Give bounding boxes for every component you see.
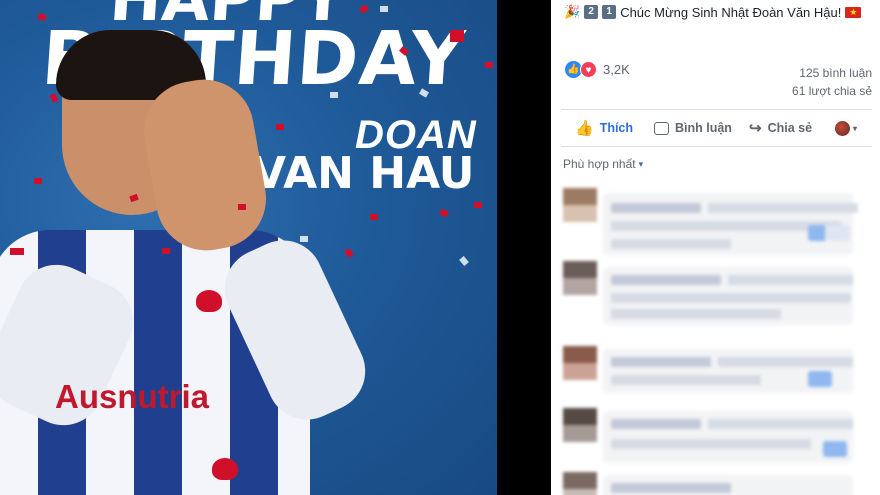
confetti bbox=[162, 248, 170, 254]
commenter-avatar[interactable] bbox=[563, 261, 597, 295]
confetti bbox=[276, 124, 284, 130]
comment-count-link[interactable]: 125 bình luận bbox=[792, 64, 872, 82]
commenter-name[interactable] bbox=[611, 357, 711, 367]
confetti bbox=[300, 236, 308, 242]
comment-text bbox=[611, 439, 811, 449]
jersey-heart-icon bbox=[196, 290, 222, 312]
post-caption: 🎉 2 1 Chúc Mừng Sinh Nhật Đoàn Văn Hậu! … bbox=[564, 4, 862, 20]
comment-text bbox=[708, 203, 858, 213]
commenter-name[interactable] bbox=[611, 203, 701, 213]
confetti bbox=[34, 178, 42, 184]
love-reaction-icon: ♥ bbox=[580, 61, 597, 78]
comment-reactions[interactable] bbox=[808, 225, 850, 241]
comment-bubble-icon bbox=[654, 121, 669, 135]
comments-list bbox=[551, 185, 880, 495]
comment-text bbox=[708, 419, 853, 429]
caption-text: Chúc Mừng Sinh Nhật Đoàn Văn Hậu! bbox=[620, 4, 842, 20]
keycap-two-icon: 2 bbox=[584, 5, 599, 19]
chevron-down-icon: ▾ bbox=[853, 123, 858, 133]
confetti bbox=[238, 204, 246, 210]
photo-name-last: VAN HAU bbox=[252, 148, 475, 199]
confetti bbox=[344, 248, 354, 258]
commenter-name[interactable] bbox=[611, 275, 721, 285]
share-label: Chia sẻ bbox=[767, 121, 813, 135]
party-icon: 🎉 bbox=[564, 4, 581, 19]
post-action-bar: 👍 Thích Bình luận ↪ Chia sẻ ▾ bbox=[551, 115, 880, 141]
comment-text bbox=[728, 275, 853, 285]
confetti bbox=[380, 6, 388, 12]
reaction-count: 3,2K bbox=[603, 62, 630, 77]
reaction-identity-selector[interactable]: ▾ bbox=[835, 120, 858, 136]
confetti bbox=[330, 92, 338, 98]
post-details-panel: 🎉 2 1 Chúc Mừng Sinh Nhật Đoàn Văn Hậu! … bbox=[551, 0, 880, 495]
commenter-name[interactable] bbox=[611, 419, 701, 429]
thumbs-up-icon: 👍 bbox=[575, 120, 594, 137]
commenter-avatar[interactable] bbox=[563, 346, 597, 380]
sort-label: Phù hợp nhất bbox=[563, 157, 636, 171]
commenter-name[interactable] bbox=[611, 483, 731, 493]
commenter-avatar[interactable] bbox=[563, 472, 597, 495]
comment-sort-dropdown[interactable]: Phù hợp nhất ▾ bbox=[563, 157, 643, 171]
like-label: Thích bbox=[599, 121, 634, 135]
vietnam-flag-icon: ★ bbox=[845, 6, 862, 18]
comment-text bbox=[611, 375, 761, 385]
jersey-sponsor: Ausnutria bbox=[55, 378, 210, 415]
comment-text bbox=[611, 309, 781, 319]
comment-reactions[interactable] bbox=[823, 441, 847, 457]
comment-reactions[interactable] bbox=[808, 371, 832, 387]
comment-text bbox=[718, 357, 853, 367]
profile-avatar bbox=[835, 120, 850, 136]
confetti bbox=[439, 208, 449, 218]
chevron-down-icon: ▾ bbox=[638, 158, 644, 169]
divider bbox=[561, 109, 872, 110]
comment-text bbox=[611, 221, 841, 231]
post-stats: 125 bình luận 61 lượt chia sẻ bbox=[792, 64, 872, 100]
share-arrow-icon: ↪ bbox=[749, 120, 762, 137]
divider bbox=[561, 146, 872, 147]
confetti bbox=[370, 214, 378, 220]
keycap-one-icon: 1 bbox=[602, 5, 617, 19]
confetti bbox=[459, 256, 469, 266]
comment-text bbox=[611, 293, 851, 303]
comment-text bbox=[611, 239, 731, 249]
confetti bbox=[10, 248, 24, 255]
screen: HAPPY BIRTHDAY DOAN VAN HAU Ausnutria bbox=[0, 0, 880, 495]
commenter-avatar[interactable] bbox=[563, 408, 597, 442]
like-button[interactable]: 👍 Thích bbox=[575, 119, 633, 137]
comment-label: Bình luận bbox=[675, 121, 732, 135]
share-button[interactable]: ↪ Chia sẻ bbox=[749, 119, 812, 137]
confetti bbox=[359, 4, 369, 14]
reaction-summary[interactable]: 👍 ♥ 3,2K bbox=[565, 61, 630, 78]
confetti bbox=[485, 62, 493, 68]
confetti bbox=[450, 30, 464, 42]
lightbox-gap bbox=[497, 0, 551, 495]
jersey-heart-icon bbox=[212, 458, 238, 480]
post-photo[interactable]: HAPPY BIRTHDAY DOAN VAN HAU Ausnutria bbox=[0, 0, 497, 495]
confetti bbox=[474, 202, 482, 208]
commenter-avatar[interactable] bbox=[563, 188, 597, 222]
share-count-link[interactable]: 61 lượt chia sẻ bbox=[792, 82, 872, 100]
